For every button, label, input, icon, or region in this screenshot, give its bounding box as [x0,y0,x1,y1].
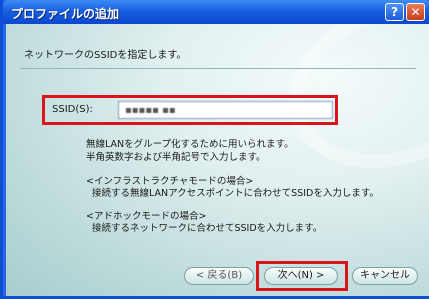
infra-mode-text: 接続する無線LANアクセスポイントに合わせてSSIDを入力します。 [92,188,379,199]
close-button[interactable]: ✕ [406,3,425,21]
ssid-label: SSID(S): [52,104,93,115]
window-title: プロファイルの追加 [11,7,120,21]
ssid-input[interactable] [118,101,333,119]
description-line-1: 無線LANをグループ化するために用いられます。 [86,139,294,150]
page-heading: ネットワークのSSIDを指定します。 [24,50,187,61]
wizard-page: ネットワークのSSIDを指定します。 SSID(S): 無線LANをグループ化す… [6,24,429,296]
heading-divider [20,68,416,69]
title-bar[interactable]: プロファイルの追加 ? ✕ [3,0,429,24]
back-button[interactable]: < 戻る(B) [184,267,254,285]
adhoc-mode-text: 接続するネットワークに合わせてSSIDを入力します。 [92,223,323,234]
help-button[interactable]: ? [385,3,404,21]
description-line-2: 半角英数字および半角記号で入力します。 [86,152,266,163]
next-highlight-frame [256,261,348,291]
profile-add-dialog: プロファイルの追加 ? ✕ ネットワークのSSIDを指定します。 SSID(S)… [0,0,429,299]
cancel-button[interactable]: キャンセル [352,267,418,285]
